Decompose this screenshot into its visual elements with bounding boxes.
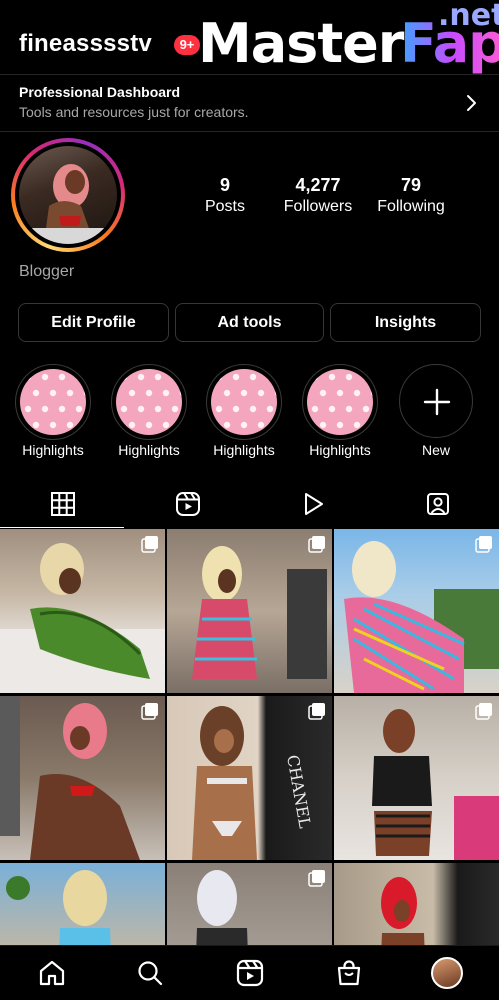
highlight-item[interactable]: Highlights [111,364,187,458]
tab-posts-grid[interactable] [0,482,124,528]
stat-posts[interactable]: 9 Posts [198,174,252,218]
site-watermark: Master Fap .net [198,0,499,75]
following-label: Following [377,198,445,215]
stat-following[interactable]: 79 Following [372,174,450,218]
tab-videos[interactable] [250,482,374,528]
followers-label: Followers [283,198,353,215]
multiple-photos-icon [141,703,158,720]
username[interactable]: fineasssstv [19,30,152,58]
home-icon[interactable] [38,959,66,987]
tab-tagged[interactable] [375,482,499,528]
highlight-item[interactable]: Highlights [206,364,282,458]
posts-grid: CHANEL [0,529,499,971]
tagged-person-icon [427,493,449,515]
post-thumbnail[interactable] [334,529,499,693]
highlight-cover [211,369,277,435]
watermark-net-text: .net [438,0,499,33]
new-highlight-button[interactable]: New [398,364,474,458]
highlight-cover [307,369,373,435]
shop-bag-icon[interactable] [335,959,363,987]
multiple-photos-icon [308,536,325,553]
professional-dashboard[interactable]: Professional Dashboard Tools and resourc… [0,74,499,132]
stat-followers[interactable]: 4,277 Followers [280,174,356,218]
post-thumbnail[interactable]: CHANEL [167,696,332,860]
profile-tabs [0,482,499,528]
dashboard-subtitle: Tools and resources just for creators. [19,104,249,120]
edit-profile-button[interactable]: Edit Profile [18,303,169,342]
chevron-right-icon [467,95,476,111]
grid-icon [51,492,75,516]
svg-text:CHANEL: CHANEL [283,753,315,830]
notification-badge[interactable]: 9+ [174,35,200,55]
post-thumbnail[interactable] [167,529,332,693]
posts-count: 9 [219,175,230,195]
posts-label: Posts [204,198,245,215]
highlight-label: Highlights [22,442,84,458]
insights-button[interactable]: Insights [330,303,481,342]
following-count: 79 [400,175,422,195]
reels-icon[interactable] [236,959,264,987]
highlight-label: Highlights [213,442,275,458]
profile-header: fineasssstv 9+ Master Fap .net [0,0,499,75]
post-thumbnail[interactable] [0,529,165,693]
multiple-photos-icon [308,703,325,720]
plus-icon [423,388,451,416]
highlight-cover [20,369,86,435]
post-thumbnail[interactable] [0,696,165,860]
highlight-item[interactable]: Highlights [302,364,378,458]
multiple-photos-icon [141,536,158,553]
ad-tools-button[interactable]: Ad tools [175,303,324,342]
reels-icon [176,492,200,516]
highlight-item[interactable]: Highlights [15,364,91,458]
multiple-photos-icon [475,703,492,720]
highlight-cover [116,369,182,435]
profile-category: Blogger [19,263,75,280]
multiple-photos-icon [475,536,492,553]
multiple-photos-icon [308,870,325,887]
bottom-nav [0,945,499,1000]
watermark-master-text: Master [198,12,404,75]
followers-count: 4,277 [295,175,341,195]
dashboard-title: Professional Dashboard [19,84,181,100]
post-thumbnail[interactable] [334,696,499,860]
highlight-label: Highlights [118,442,180,458]
play-icon [305,493,323,515]
tab-reels[interactable] [125,482,249,528]
highlight-label: Highlights [309,442,371,458]
profile-avatar-nav[interactable] [431,957,463,989]
avatar[interactable] [11,138,125,252]
active-tab-indicator [0,527,124,528]
new-highlight-label: New [421,442,450,458]
avatar-photo [19,146,117,244]
search-icon[interactable] [136,959,164,987]
